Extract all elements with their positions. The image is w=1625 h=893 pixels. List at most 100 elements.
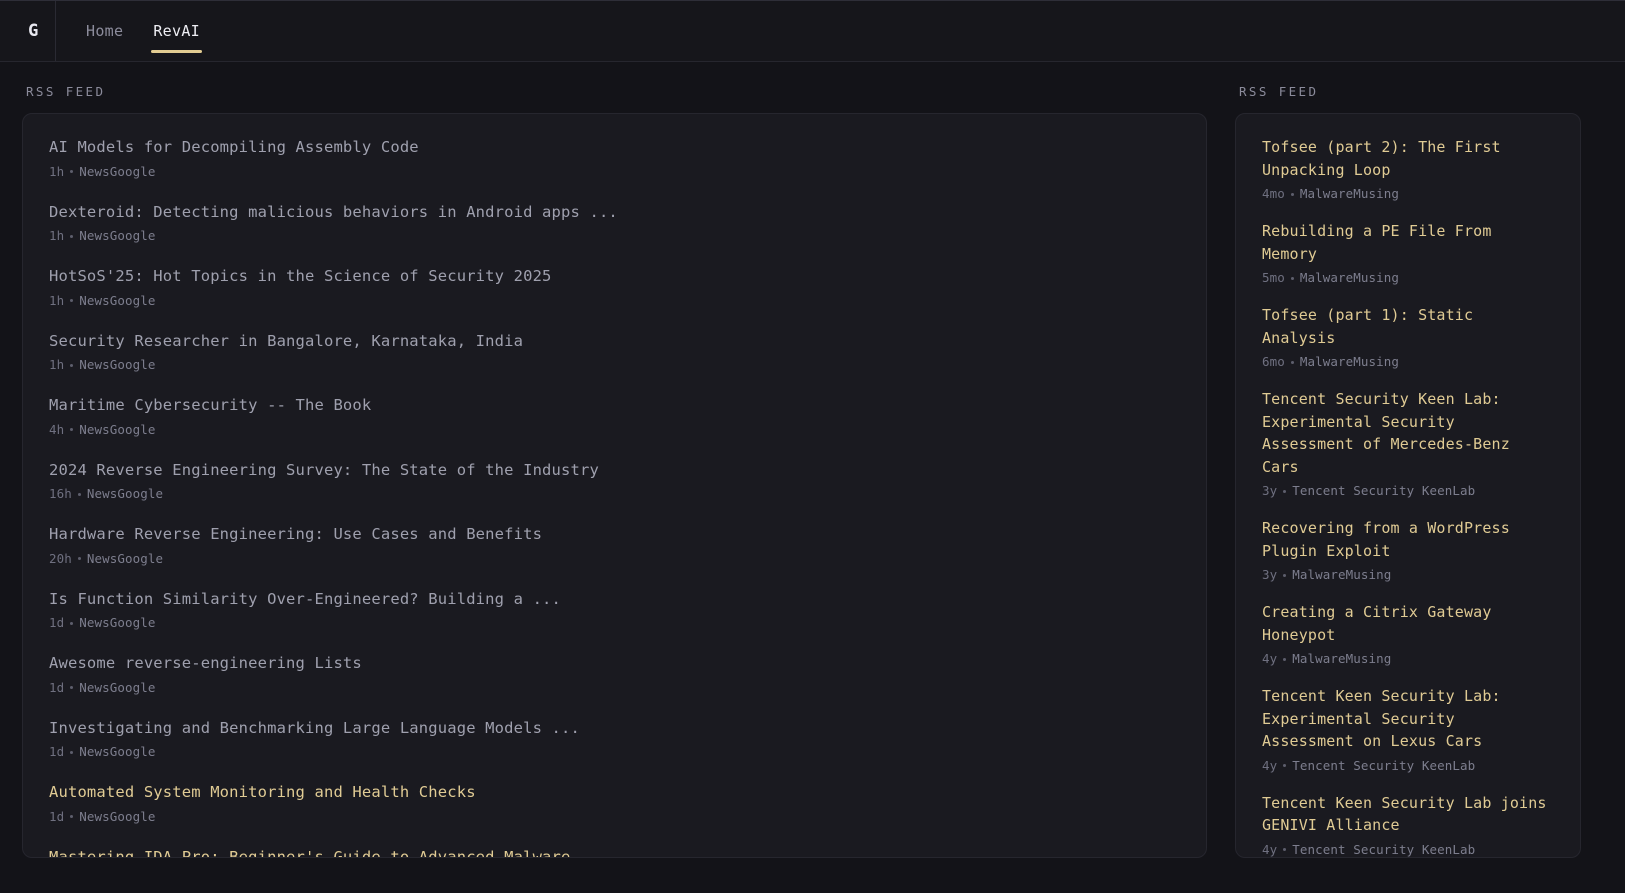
feed-item-title[interactable]: Automated System Monitoring and Health C…: [49, 781, 1180, 804]
feed-item[interactable]: Maritime Cybersecurity -- The Book 4h News…: [49, 388, 1180, 453]
feed-item-title[interactable]: AI Models for Decompiling Assembly Code: [49, 136, 1180, 159]
feed-item-title[interactable]: Is Function Similarity Over-Engineered? …: [49, 588, 1180, 611]
feed-item-title[interactable]: Creating a Citrix Gateway Honeypot: [1262, 601, 1554, 646]
top-navigation-bar: G Home RevAI: [0, 0, 1625, 62]
separator-dot-icon: [1283, 573, 1287, 577]
feed-item-age: 20h: [49, 550, 72, 566]
main-feed-section-label: RSS FEED: [26, 84, 106, 99]
feed-item-source: NewsGoogle: [79, 357, 156, 372]
feed-item-source: NewsGoogle: [86, 550, 164, 566]
feed-item-title[interactable]: Mastering IDA Pro: Beginner's Guide to A…: [49, 846, 1180, 858]
nav-tab-home[interactable]: Home: [84, 1, 125, 61]
separator-dot-icon: [1283, 489, 1287, 493]
feed-item-age: 1h: [49, 292, 65, 308]
feed-item-source: Tencent Security KeenLab: [1292, 841, 1476, 857]
feed-item-source: MalwareMusing: [1292, 567, 1392, 582]
feed-item-source: NewsGoogle: [86, 486, 164, 501]
feed-item-title[interactable]: Tencent Security Keen Lab: Experimental …: [1262, 388, 1554, 478]
feed-item-title[interactable]: Recovering from a WordPress Plugin Explo…: [1262, 517, 1554, 562]
feed-item-title[interactable]: Rebuilding a PE File From Memory: [1262, 220, 1554, 265]
separator-dot-icon: [70, 234, 74, 238]
content-columns: RSS FEED AI Models for Decompiling Assem…: [0, 62, 1625, 893]
feed-item-title[interactable]: Tofsee (part 2): The First Unpacking Loo…: [1262, 136, 1554, 181]
feed-item[interactable]: Tencent Keen Security Lab joins GENIVI A…: [1262, 786, 1554, 858]
feed-item-meta: 4y Tencent Security KeenLab: [1262, 842, 1554, 858]
feed-item-age: 1d: [49, 615, 65, 630]
feed-item-age: 3y: [1262, 567, 1278, 582]
feed-item[interactable]: Tencent Keen Security Lab: Experimental …: [1262, 679, 1554, 786]
feed-item[interactable]: Creating a Citrix Gateway Honeypot 4y Malw…: [1262, 595, 1554, 679]
feed-item[interactable]: Is Function Similarity Over-Engineered? …: [49, 582, 1180, 647]
feed-item-title[interactable]: Hardware Reverse Engineering: Use Cases …: [49, 523, 1180, 546]
separator-dot-icon: [70, 299, 74, 302]
feed-item-source: NewsGoogle: [79, 808, 156, 824]
feed-item-title[interactable]: Tofsee (part 1): Static Analysis: [1262, 304, 1554, 349]
feed-item-title[interactable]: Tencent Keen Security Lab: Experimental …: [1262, 685, 1554, 753]
feed-item-source: Tencent Security KeenLab: [1292, 483, 1476, 498]
feed-item[interactable]: Tofsee (part 1): Static Analysis 6mo Malwa…: [1262, 298, 1554, 382]
feed-item[interactable]: HotSoS'25: Hot Topics in the Science of …: [49, 259, 1180, 324]
feed-item-title[interactable]: HotSoS'25: Hot Topics in the Science of …: [49, 265, 1180, 288]
feed-item-title[interactable]: Tencent Keen Security Lab joins GENIVI A…: [1262, 792, 1554, 837]
feed-item-meta: 1d NewsGoogle: [49, 615, 1180, 631]
feed-item-title[interactable]: Maritime Cybersecurity -- The Book: [49, 394, 1180, 417]
feed-item-meta: 20h NewsGoogle: [49, 551, 1180, 567]
feed-item-age: 4mo: [1262, 186, 1285, 201]
feed-item[interactable]: Rebuilding a PE File From Memory 5mo Malwa…: [1262, 214, 1554, 298]
separator-dot-icon: [70, 815, 74, 818]
separator-dot-icon: [1290, 192, 1294, 196]
feed-item[interactable]: Investigating and Benchmarking Large Lan…: [49, 711, 1180, 776]
feed-item-meta: 1h NewsGoogle: [49, 164, 1180, 180]
feed-item-age: 1d: [49, 808, 65, 824]
side-feed-section-label: RSS FEED: [1239, 84, 1319, 99]
feed-item-age: 4y: [1262, 841, 1278, 857]
separator-dot-icon: [1283, 657, 1287, 661]
feed-item-age: 6mo: [1262, 354, 1285, 369]
feed-item[interactable]: Mastering IDA Pro: Beginner's Guide to A…: [49, 840, 1180, 858]
separator-dot-icon: [70, 170, 74, 173]
feed-item-source: NewsGoogle: [79, 679, 156, 695]
feed-item-age: 4y: [1262, 757, 1278, 773]
feed-item[interactable]: Dexteroid: Detecting malicious behaviors…: [49, 195, 1180, 260]
feed-item-meta: 1h NewsGoogle: [49, 228, 1180, 244]
feed-item-age: 4y: [1262, 651, 1278, 666]
feed-item[interactable]: Automated System Monitoring and Health C…: [49, 775, 1180, 840]
feed-item-source: NewsGoogle: [79, 615, 156, 630]
feed-item-age: 3y: [1262, 483, 1278, 498]
feed-item[interactable]: Recovering from a WordPress Plugin Explo…: [1262, 511, 1554, 595]
feed-item[interactable]: Tencent Security Keen Lab: Experimental …: [1262, 382, 1554, 511]
nav-tab-revai[interactable]: RevAI: [151, 1, 202, 61]
feed-item-title[interactable]: Dexteroid: Detecting malicious behaviors…: [49, 201, 1180, 224]
feed-item-title[interactable]: Investigating and Benchmarking Large Lan…: [49, 717, 1180, 740]
feed-item[interactable]: 2024 Reverse Engineering Survey: The Sta…: [49, 453, 1180, 518]
feed-item-source: Tencent Security KeenLab: [1292, 757, 1476, 773]
feed-item-age: 1h: [49, 228, 65, 243]
brand-logo[interactable]: G: [12, 1, 56, 61]
side-feed-card[interactable]: Tofsee (part 2): The First Unpacking Loo…: [1235, 113, 1581, 858]
feed-item-age: 5mo: [1262, 270, 1285, 285]
separator-dot-icon: [70, 686, 74, 689]
feed-item[interactable]: Security Researcher in Bangalore, Karnat…: [49, 324, 1180, 389]
separator-dot-icon: [77, 557, 81, 560]
feed-item-meta: 1d NewsGoogle: [49, 680, 1180, 696]
side-feed-column: RSS FEED Tofsee (part 2): The First Unpa…: [1235, 78, 1581, 858]
feed-item-title[interactable]: Awesome reverse-engineering Lists: [49, 652, 1180, 675]
feed-item-source: MalwareMusing: [1292, 651, 1392, 666]
separator-dot-icon: [1283, 764, 1287, 767]
main-feed-card[interactable]: AI Models for Decompiling Assembly Code 1…: [22, 113, 1207, 858]
feed-item-source: MalwareMusing: [1299, 186, 1400, 201]
feed-item-meta: 4y MalwareMusing: [1262, 651, 1554, 667]
separator-dot-icon: [77, 492, 81, 496]
separator-dot-icon: [70, 363, 74, 367]
feed-item-meta: 3y Tencent Security KeenLab: [1262, 483, 1554, 499]
feed-item-source: NewsGoogle: [79, 292, 156, 308]
feed-item[interactable]: Hardware Reverse Engineering: Use Cases …: [49, 517, 1180, 582]
feed-item-title[interactable]: Security Researcher in Bangalore, Karnat…: [49, 330, 1180, 353]
feed-item-title[interactable]: 2024 Reverse Engineering Survey: The Sta…: [49, 459, 1180, 482]
feed-item[interactable]: Tofsee (part 2): The First Unpacking Loo…: [1262, 134, 1554, 214]
feed-item-source: NewsGoogle: [79, 228, 156, 243]
feed-item[interactable]: AI Models for Decompiling Assembly Code 1…: [49, 134, 1180, 195]
feed-item[interactable]: Awesome reverse-engineering Lists 1d NewsG…: [49, 646, 1180, 711]
feed-item-meta: 1d NewsGoogle: [49, 809, 1180, 825]
brand-initial: G: [28, 21, 39, 41]
